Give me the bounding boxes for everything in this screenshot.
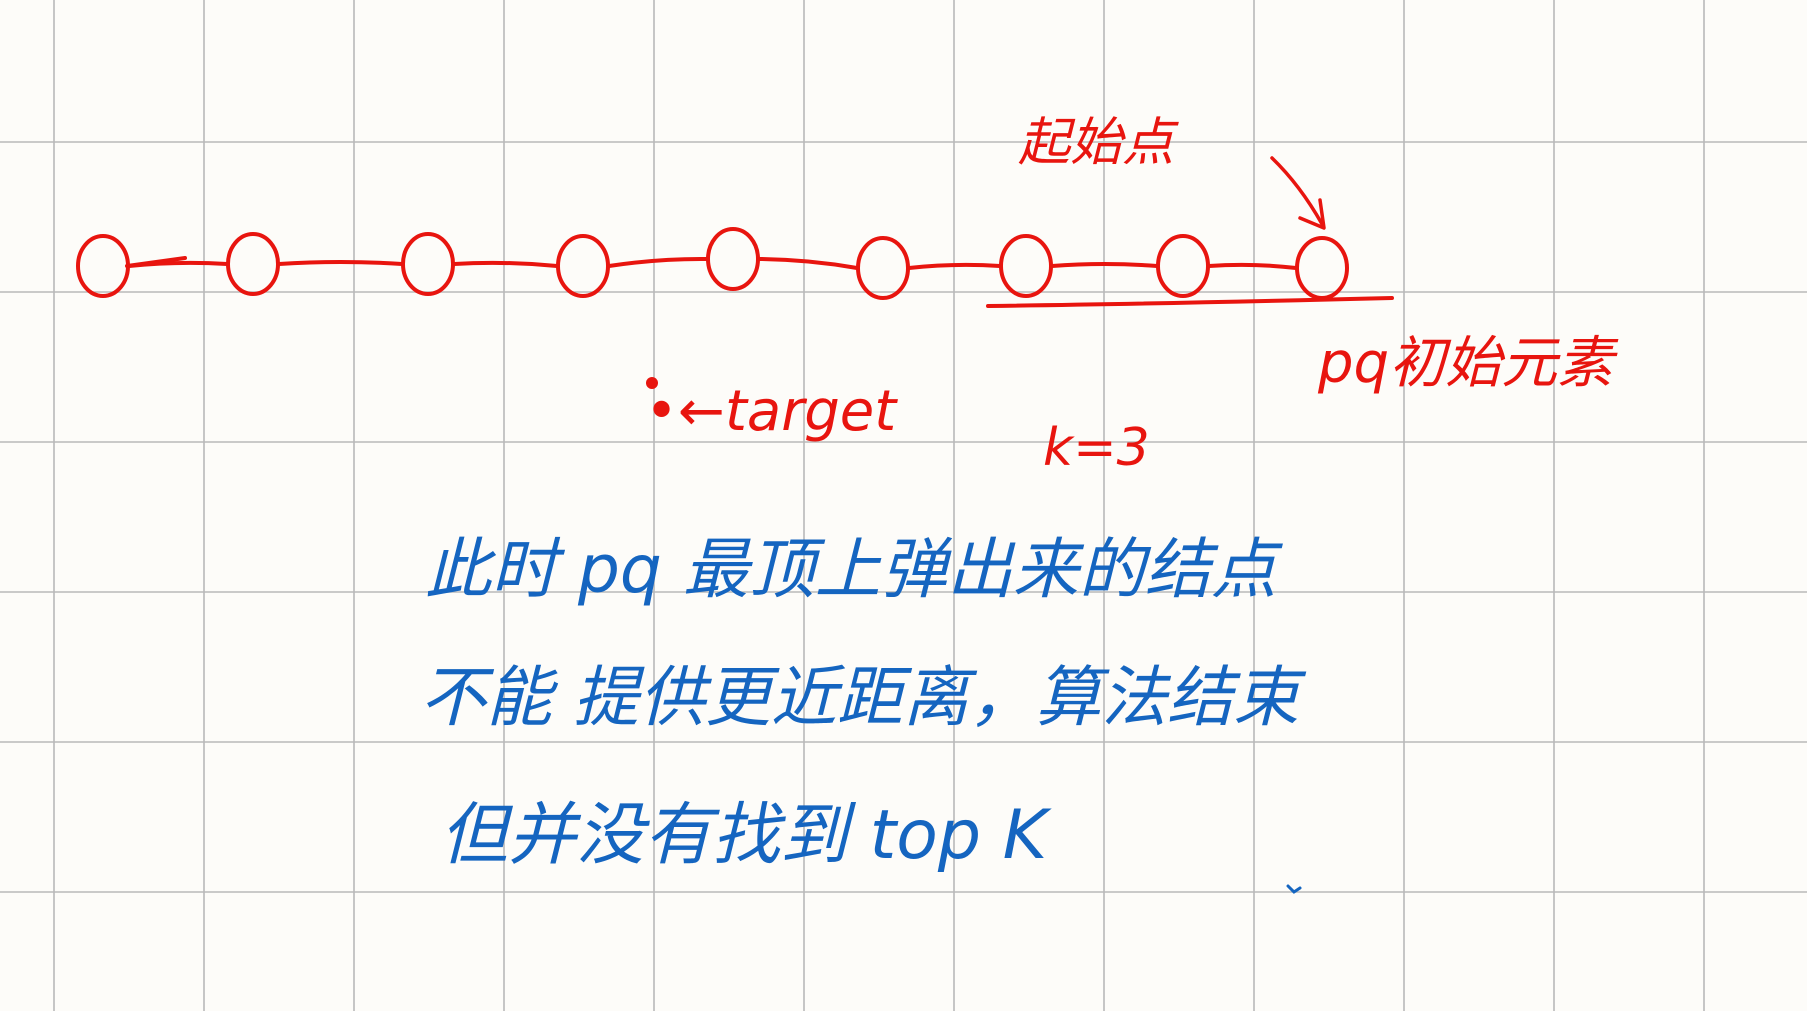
pq-underline bbox=[986, 296, 1394, 308]
graph-node bbox=[401, 232, 455, 296]
node-links bbox=[125, 256, 1298, 270]
diagram-svg: 起始点 pq初始元素 •←target k=3 此时 pq 最顶上弹出来的结点 … bbox=[0, 0, 1807, 1011]
graph-node bbox=[226, 232, 280, 296]
pq-initial-label: pq初始元素 bbox=[1317, 331, 1619, 396]
graph-nodes bbox=[76, 227, 1349, 300]
node-link bbox=[127, 260, 229, 268]
node-link bbox=[1050, 262, 1159, 268]
k-value-label: k=3 bbox=[1043, 418, 1150, 478]
note-line-2: 不能 提供更近距离，算法结束 bbox=[420, 659, 1307, 736]
note-line-1: 此时 pq 最顶上弹出来的结点 bbox=[425, 531, 1284, 608]
start-arrow bbox=[1270, 156, 1324, 226]
graph-node bbox=[999, 234, 1053, 298]
whiteboard-canvas: 起始点 pq初始元素 •←target k=3 此时 pq 最顶上弹出来的结点 … bbox=[0, 0, 1807, 1011]
graph-node bbox=[556, 234, 610, 298]
graph-node bbox=[76, 234, 130, 298]
node-link bbox=[452, 260, 559, 268]
graph-node bbox=[706, 227, 760, 291]
graph-node bbox=[1295, 236, 1349, 300]
node-link bbox=[607, 256, 709, 268]
node-link bbox=[757, 257, 859, 270]
note-line-3: 但并没有找到 top K bbox=[440, 796, 1053, 875]
node-link bbox=[277, 260, 404, 266]
target-label: •←target bbox=[645, 379, 898, 444]
start-point-label: 起始点 bbox=[1018, 113, 1179, 173]
stray-mark bbox=[1286, 884, 1302, 894]
graph-node bbox=[1156, 234, 1210, 298]
graph-node bbox=[856, 236, 910, 300]
node-link bbox=[1207, 262, 1298, 270]
